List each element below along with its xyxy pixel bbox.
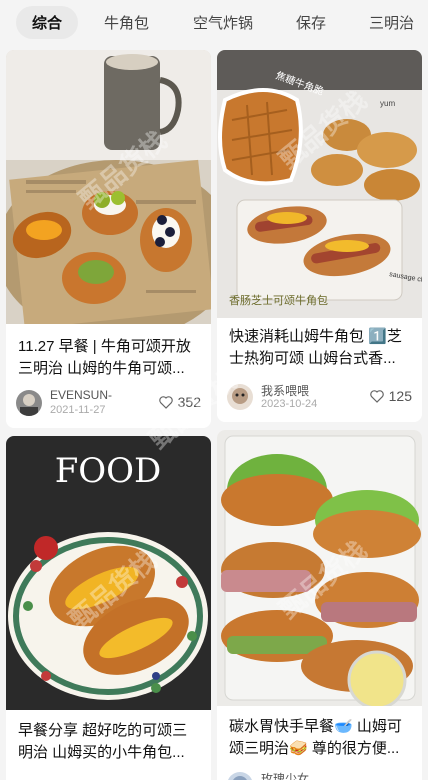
note-title: 碳水胃快手早餐🥣 山姆可颂三明治🥪 尊的很方便...: [229, 718, 402, 757]
note-title: 快速消耗山姆牛角包 1️⃣芝士热狗可颂 山姆台式香...: [229, 328, 402, 367]
note-image: [6, 50, 211, 324]
post-date: 2023-10-24: [261, 398, 318, 410]
avatar[interactable]: [227, 772, 253, 780]
note-image: FOOD: [6, 436, 211, 710]
note-title: 早餐分享 超好吃的可颂三明治 山姆买的小牛角包...: [18, 722, 188, 761]
note-card-1[interactable]: 11.27 早餐 | 牛角可颂开放三明治 山姆的牛角可颂... EVENSUN-…: [6, 50, 211, 428]
tab-croissant[interactable]: 牛角包: [104, 12, 149, 33]
author-name[interactable]: EVENSUN-: [50, 388, 112, 402]
image-caption-3: 香肠芝士可颂牛角包: [229, 293, 328, 307]
tab-air-fryer[interactable]: 空气炸锅: [193, 12, 253, 33]
note-image: [217, 430, 422, 706]
heart-outline-icon: [158, 396, 173, 409]
like-count: 352: [177, 394, 201, 410]
note-card-4[interactable]: 碳水胃快手早餐🥣 山姆可颂三明治🥪 尊的很方便... 玫瑰少女: [217, 430, 422, 780]
image-caption: FOOD: [55, 451, 162, 491]
image-caption-2: yum: [380, 99, 395, 108]
like-button[interactable]: 352: [158, 394, 201, 410]
note-card-2[interactable]: 焦糖牛角脆 yum 香肠芝士可颂牛角包 sausage cheese fries…: [217, 50, 422, 422]
note-image: 焦糖牛角脆 yum 香肠芝士可颂牛角包 sausage cheese fries: [217, 50, 422, 318]
tab-save[interactable]: 保存: [296, 12, 326, 33]
tab-sandwich[interactable]: 三明治: [369, 12, 414, 33]
post-date: 2021-11-27: [50, 404, 106, 416]
avatar[interactable]: [227, 384, 253, 410]
avatar[interactable]: [16, 390, 42, 416]
note-meta: EVENSUN- 2021-11-27 352: [16, 388, 201, 422]
author-name[interactable]: 玫瑰少女: [261, 770, 309, 780]
author-name[interactable]: 我系喂喂: [261, 382, 309, 399]
like-button[interactable]: 125: [369, 388, 412, 404]
like-count: 125: [388, 388, 412, 404]
note-card-3[interactable]: FOOD 早餐分享 超好吃的可颂三明治 山姆买的小牛角包...: [6, 436, 211, 780]
note-meta: 我系喂喂 2023-10-24 125: [227, 382, 412, 416]
category-tabs: 综合 牛角包 空气炸锅 保存 三明治: [0, 0, 428, 44]
note-title: 11.27 早餐 | 牛角可颂开放三明治 山姆的牛角可颂...: [18, 338, 191, 377]
heart-outline-icon: [369, 390, 384, 403]
note-meta: 玫瑰少女: [227, 770, 412, 780]
tab-comprehensive[interactable]: 综合: [16, 6, 79, 39]
